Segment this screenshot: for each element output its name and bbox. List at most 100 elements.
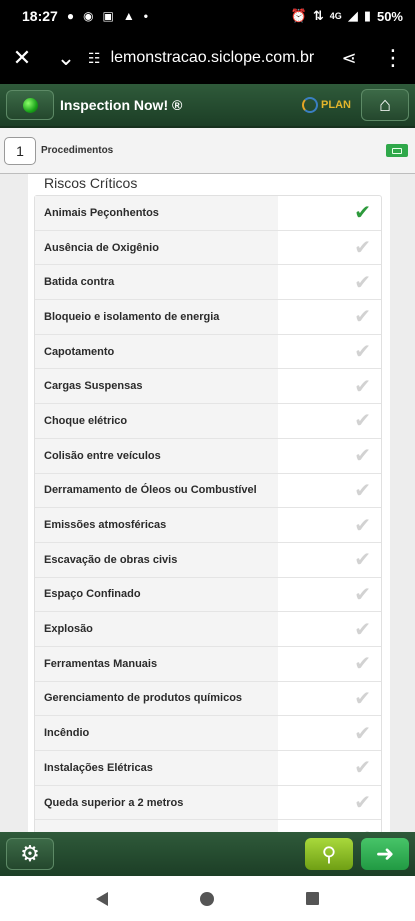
- risk-list: Animais Peçonhentos ✔ Ausência de Oxigênio…: [34, 195, 382, 832]
- risk-row[interactable]: Batida contra ✔: [35, 265, 381, 301]
- checkmark-icon[interactable]: ✔: [278, 543, 381, 577]
- recent-apps-icon[interactable]: [306, 892, 319, 905]
- app-title: Inspection Now! ®: [60, 97, 183, 113]
- risk-row[interactable]: Derramamento de Óleos ou Combustível ✔: [35, 473, 381, 509]
- next-button[interactable]: ➜: [361, 838, 409, 870]
- risk-row[interactable]: Escavação de obras civis ✔: [35, 542, 381, 578]
- toggle-view-button[interactable]: [386, 144, 408, 157]
- risk-label: Espaço Confinado: [35, 577, 278, 612]
- procedure-header: 1 Procedimentos: [0, 128, 415, 174]
- checkmark-icon[interactable]: ✔: [278, 300, 381, 334]
- checkmark-icon[interactable]: ✔: [278, 369, 381, 403]
- risk-row[interactable]: Ferramentas Manuais ✔: [35, 646, 381, 682]
- more-vert-icon: ⋮: [382, 45, 404, 70]
- brand-text: PLAN: [321, 99, 351, 111]
- step-number[interactable]: 1: [4, 136, 36, 165]
- risk-row[interactable]: ✔: [35, 820, 381, 832]
- checkmark-icon[interactable]: ✔: [278, 716, 381, 750]
- checkmark-icon[interactable]: ✔: [278, 196, 381, 230]
- risk-label: [35, 820, 278, 832]
- risk-row[interactable]: Gerenciamento de produtos químicos ✔: [35, 681, 381, 717]
- collapse-button[interactable]: ⌄: [44, 32, 88, 84]
- risk-row[interactable]: Choque elétrico ✔: [35, 404, 381, 439]
- risk-label: Colisão entre veículos: [35, 438, 278, 473]
- risk-row[interactable]: Incêndio ✔: [35, 716, 381, 751]
- risk-row[interactable]: Espaço Confinado ✔: [35, 577, 381, 613]
- search-button[interactable]: ⚲: [305, 838, 353, 870]
- risk-row[interactable]: Ausência de Oxigênio ✔: [35, 230, 381, 266]
- back-icon[interactable]: [96, 891, 108, 906]
- share-button[interactable]: ⋖: [327, 32, 371, 84]
- settings-button[interactable]: ⚙: [6, 838, 54, 870]
- close-icon: ✕: [12, 45, 32, 70]
- checklist-panel: Riscos Críticos Animais Peçonhentos ✔ Ausê…: [28, 174, 390, 832]
- chrome-notification-icon: ◉: [83, 9, 94, 23]
- risk-label: Escavação de obras civis: [35, 542, 278, 577]
- risk-label: Gerenciamento de produtos químicos: [35, 681, 278, 716]
- risk-label: Emissões atmosféricas: [35, 508, 278, 542]
- risk-row[interactable]: Bloqueio e isolamento de energia ✔: [35, 300, 381, 335]
- risk-label: Animais Peçonhentos: [35, 196, 278, 230]
- checkmark-icon[interactable]: ✔: [278, 751, 381, 785]
- risk-label: Bloqueio e isolamento de energia: [35, 300, 278, 334]
- checkmark-icon[interactable]: ✔: [278, 404, 381, 438]
- search-icon: ⚲: [321, 843, 337, 866]
- alarm-icon: ⏰: [290, 8, 307, 23]
- checkmark-icon[interactable]: ✔: [278, 265, 381, 299]
- risk-row[interactable]: Colisão entre veículos ✔: [35, 438, 381, 474]
- checkmark-icon[interactable]: ✔: [278, 578, 381, 612]
- risk-label: Batida contra: [35, 265, 278, 300]
- battery-percent: 50%: [376, 8, 403, 24]
- signal-icon: ◢: [347, 8, 358, 23]
- share-icon: ⋖: [341, 47, 357, 68]
- status-right: ⏰ ⇅ 4G ◢ ▮ 50%: [291, 8, 403, 24]
- status-bar: 18:27 ● ◉ ▣ ▲ • ⏰ ⇅ 4G ◢ ▮ 50%: [0, 0, 415, 32]
- app-header: Inspection Now! ® PLAN ⌂: [0, 84, 415, 128]
- site-settings-icon[interactable]: ☷: [88, 50, 101, 67]
- home-icon: ⌂: [378, 93, 392, 116]
- checkmark-icon[interactable]: ✔: [278, 335, 381, 369]
- arrow-right-icon: ➜: [375, 841, 395, 866]
- risk-row[interactable]: Emissões atmosféricas ✔: [35, 508, 381, 543]
- checkmark-icon[interactable]: ✔: [278, 508, 381, 542]
- risk-label: Instalações Elétricas: [35, 751, 278, 785]
- risk-row[interactable]: Explosão ✔: [35, 612, 381, 647]
- home-circle-icon[interactable]: [200, 891, 214, 906]
- checkmark-icon[interactable]: ✔: [278, 439, 381, 473]
- section-title: Riscos Críticos: [44, 175, 138, 191]
- checkmark-icon[interactable]: ✔: [278, 682, 381, 716]
- address-bar[interactable]: ☷ lemonstracao.siclope.com.br: [88, 49, 327, 67]
- risk-label: Explosão: [35, 612, 278, 646]
- risk-label: Incêndio: [35, 716, 278, 750]
- close-tab-button[interactable]: ✕: [0, 32, 44, 84]
- checkmark-icon[interactable]: ✔: [278, 820, 381, 832]
- content-area: Riscos Críticos Animais Peçonhentos ✔ Ausê…: [0, 174, 415, 832]
- risk-row[interactable]: Instalações Elétricas ✔: [35, 751, 381, 786]
- risk-row[interactable]: Cargas Suspensas ✔: [35, 369, 381, 405]
- risk-label: Capotamento: [35, 334, 278, 369]
- url-text: lemonstracao.siclope.com.br: [110, 49, 315, 66]
- checkmark-icon[interactable]: ✔: [278, 647, 381, 681]
- status-time: 18:27: [22, 8, 58, 24]
- chevron-down-icon: ⌄: [56, 45, 76, 70]
- risk-label: Ferramentas Manuais: [35, 646, 278, 681]
- risk-row[interactable]: Queda superior a 2 metros ✔: [35, 785, 381, 821]
- checkmark-icon[interactable]: ✔: [278, 231, 381, 265]
- risk-row[interactable]: Capotamento ✔: [35, 334, 381, 370]
- window-icon: [392, 147, 402, 154]
- checkmark-icon[interactable]: ✔: [278, 474, 381, 508]
- battery-icon: ▮: [363, 8, 371, 23]
- status-indicator-button[interactable]: [6, 90, 54, 120]
- browser-toolbar: ✕ ⌄ ☷ lemonstracao.siclope.com.br ⋖ ⋮: [0, 32, 415, 84]
- system-nav-bar: [0, 876, 415, 921]
- brand-logo: PLAN: [302, 97, 351, 113]
- home-button[interactable]: ⌂: [361, 89, 409, 121]
- risk-row[interactable]: Animais Peçonhentos ✔: [35, 196, 381, 231]
- data-transfer-icon: ⇅: [312, 8, 324, 23]
- step-label: Procedimentos: [41, 145, 114, 156]
- risk-label: Choque elétrico: [35, 404, 278, 438]
- checkmark-icon[interactable]: ✔: [278, 786, 381, 820]
- browser-menu-button[interactable]: ⋮: [371, 32, 415, 84]
- checkmark-icon[interactable]: ✔: [278, 612, 381, 646]
- shopping-notification-icon: ▣: [102, 9, 114, 23]
